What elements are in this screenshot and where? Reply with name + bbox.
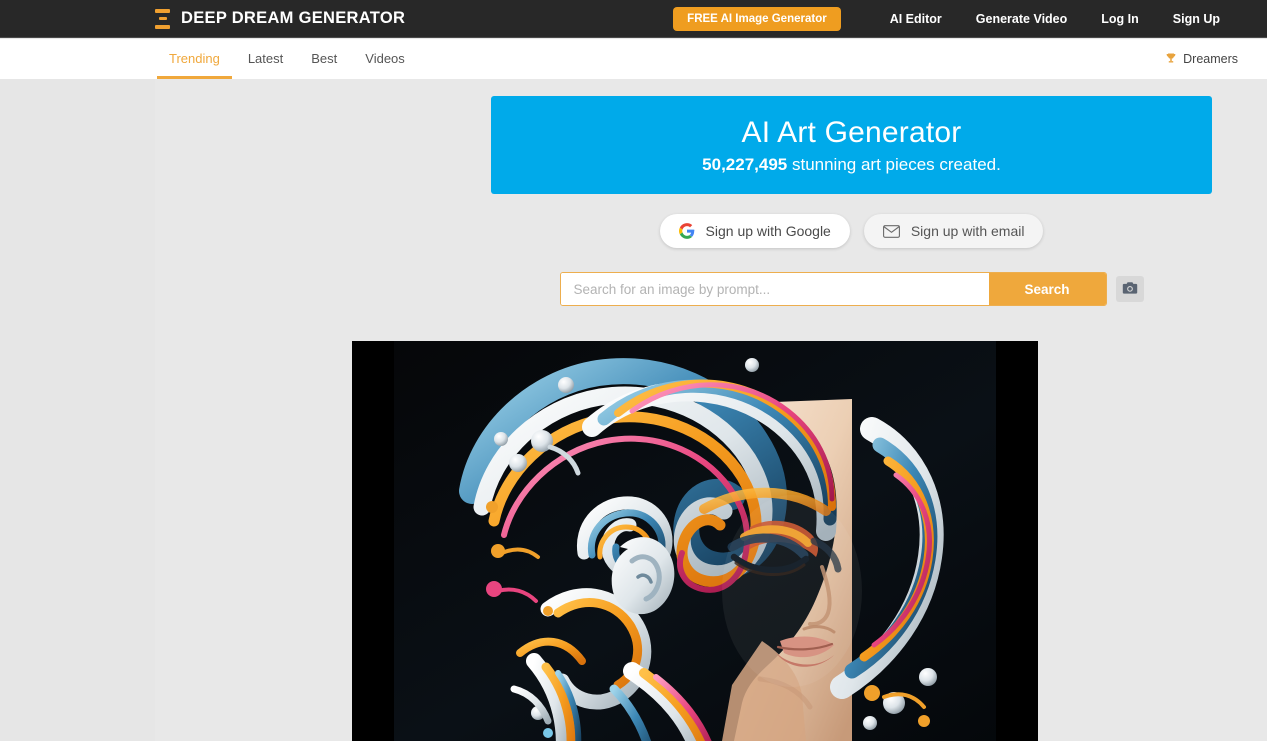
hourglass-logo-icon <box>155 8 170 29</box>
sign-up-with-email-label: Sign up with email <box>910 223 1025 239</box>
search-button[interactable]: Search <box>988 273 1106 305</box>
image-search-camera-button[interactable] <box>1115 276 1144 302</box>
header-link-generate-video[interactable]: Generate Video <box>959 12 1084 26</box>
header-link-ai-editor[interactable]: AI Editor <box>873 12 959 26</box>
dreamers-link[interactable]: Dreamers <box>1165 52 1238 66</box>
trophy-icon <box>1165 52 1177 66</box>
tab-trending[interactable]: Trending <box>155 39 234 79</box>
top-header: DEEP DREAM GENERATOR FREE AI Image Gener… <box>0 0 1267 38</box>
search-row: Search <box>491 272 1212 306</box>
header-link-sign-up[interactable]: Sign Up <box>1156 12 1237 26</box>
free-ai-image-generator-button[interactable]: FREE AI Image Generator <box>673 6 841 31</box>
hero-subtitle-text: stunning art pieces created. <box>787 154 1001 174</box>
search-input[interactable] <box>560 273 989 305</box>
header-nav: FREE AI Image Generator AI Editor Genera… <box>673 6 1237 31</box>
art-pieces-count: 50,227,495 <box>702 154 788 174</box>
sign-up-with-google-label: Sign up with Google <box>705 223 831 239</box>
sign-up-with-email-button[interactable]: Sign up with email <box>863 214 1044 248</box>
tab-latest[interactable]: Latest <box>234 39 297 79</box>
hero-banner: AI Art Generator 50,227,495 stunning art… <box>491 96 1212 194</box>
brand-logo[interactable]: DEEP DREAM GENERATOR <box>155 8 406 29</box>
tab-videos[interactable]: Videos <box>351 39 419 79</box>
hero-title: AI Art Generator <box>741 115 962 149</box>
header-link-log-in[interactable]: Log In <box>1084 12 1156 26</box>
content-column: AI Art Generator 50,227,495 stunning art… <box>155 79 1267 741</box>
artwork-thumbnail[interactable] <box>352 341 1038 741</box>
dreamers-label: Dreamers <box>1183 52 1238 66</box>
hero-subtitle: 50,227,495 stunning art pieces created. <box>702 155 1001 175</box>
secondary-nav-tabs: Trending Latest Best Videos <box>155 39 419 79</box>
camera-icon <box>1122 281 1138 298</box>
page-body: AI Art Generator 50,227,495 stunning art… <box>0 79 1267 741</box>
envelope-icon <box>882 224 900 238</box>
search-group: Search <box>559 272 1107 306</box>
secondary-nav: Trending Latest Best Videos Dreamers <box>0 39 1267 79</box>
google-g-icon <box>678 223 695 239</box>
brand-title: DEEP DREAM GENERATOR <box>181 9 406 27</box>
tab-best[interactable]: Best <box>297 39 351 79</box>
sign-up-with-google-button[interactable]: Sign up with Google <box>659 214 850 248</box>
signup-row: Sign up with Google Sign up with email <box>491 214 1212 248</box>
